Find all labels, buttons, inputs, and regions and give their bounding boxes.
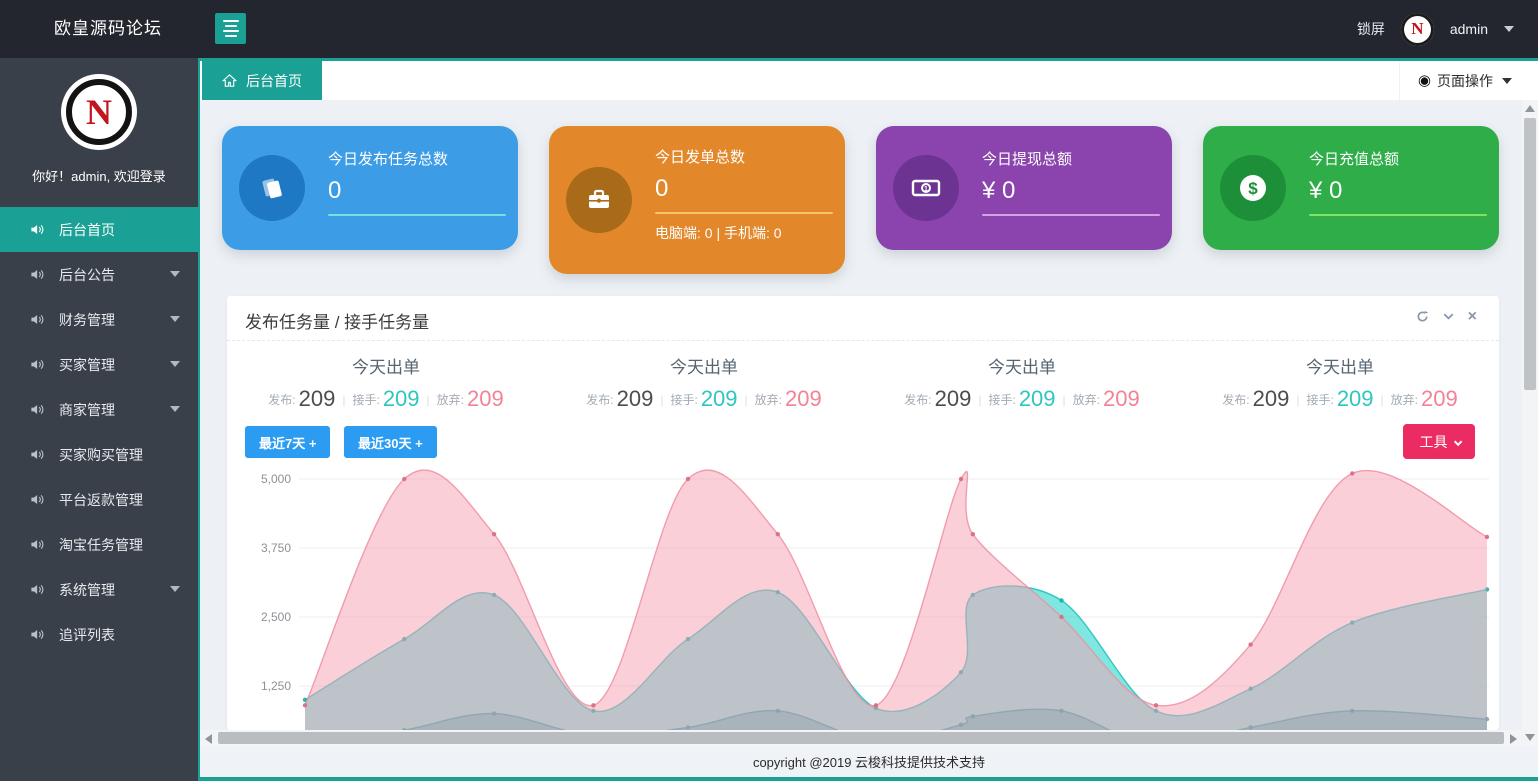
collapse-icon[interactable] <box>1442 310 1455 323</box>
volume-icon <box>30 582 45 597</box>
scroll-left-arrow[interactable] <box>205 734 212 744</box>
scroll-down-arrow[interactable] <box>1525 734 1535 741</box>
horizontal-scrollbar-thumb[interactable] <box>218 732 1504 744</box>
volume-icon <box>30 357 45 372</box>
last-7-days-button[interactable]: 最近7天 + <box>245 426 330 458</box>
card-title: 今日充值总额 <box>1309 148 1485 169</box>
sidebar-menu: 后台首页 后台公告 财务管理 买家管理 商家管理 <box>0 207 198 657</box>
volume-icon <box>30 402 45 417</box>
card-underline <box>1309 214 1487 216</box>
sidebar-item-finance[interactable]: 财务管理 <box>0 297 198 342</box>
dollar-circle-icon: $ <box>1236 171 1270 205</box>
vertical-scrollbar[interactable] <box>1522 100 1538 746</box>
admin-dashboard: 欧皇源码论坛 锁屏 N admin N 你好！admin, 欢迎登录 后台首页 … <box>0 0 1538 781</box>
volume-icon <box>30 537 45 552</box>
sidebar-item-platform-refunds[interactable]: 平台返款管理 <box>0 477 198 522</box>
sidebar: N 你好！admin, 欢迎登录 后台首页 后台公告 财务管理 买家管理 <box>0 58 200 781</box>
user-avatar[interactable]: N <box>1401 13 1434 46</box>
volume-icon <box>30 312 45 327</box>
sidebar-item-buyer-purchases[interactable]: 买家购买管理 <box>0 432 198 477</box>
sidebar-item-announcements[interactable]: 后台公告 <box>0 252 198 297</box>
tools-dropdown-button[interactable]: 工具 <box>1403 424 1475 459</box>
tasks-chart-panel: 发布任务量 / 接手任务量 × 今天出单 发布:209|接手:209|放弃:20… <box>227 296 1499 730</box>
sidebar-toggle-button[interactable] <box>215 13 246 44</box>
vertical-scrollbar-thumb[interactable] <box>1524 118 1536 390</box>
tab-home[interactable]: 后台首页 <box>202 61 322 100</box>
panel-title: 发布任务量 / 接手任务量 <box>245 308 429 333</box>
card-underline <box>982 214 1160 216</box>
scroll-up-arrow[interactable] <box>1525 105 1535 112</box>
sidebar-item-buyers[interactable]: 买家管理 <box>0 342 198 387</box>
card-extra-text: 电脑端: 0 | 手机端: 0 <box>655 223 831 243</box>
volume-icon <box>30 492 45 507</box>
bottom-accent-strip <box>200 777 1538 781</box>
briefcase-icon <box>584 185 614 215</box>
brand-title: 欧皇源码论坛 <box>54 0 162 58</box>
volume-icon <box>30 627 45 642</box>
stat-card-recharge: $ 今日充值总额 ¥ 0 <box>1203 126 1499 250</box>
today-stat-block: 今天出单 发布:209|接手:209|放弃:209 <box>863 353 1181 412</box>
stat-card-orders: 今日发单总数 0 电脑端: 0 | 手机端: 0 <box>549 126 845 274</box>
volume-icon <box>30 267 45 282</box>
card-value: 0 <box>655 175 831 203</box>
horizontal-scrollbar[interactable] <box>200 730 1522 746</box>
chevron-down-icon <box>170 406 180 412</box>
user-menu[interactable]: admin <box>1450 21 1488 37</box>
card-underline <box>655 212 833 214</box>
chevron-down-icon[interactable] <box>1504 26 1514 32</box>
topbar: 欧皇源码论坛 锁屏 N admin <box>0 0 1538 58</box>
today-stats-row: 今天出单 发布:209|接手:209|放弃:209 今天出单 发布:209|接手… <box>227 353 1499 412</box>
sidebar-item-review-list[interactable]: 追评列表 <box>0 612 198 657</box>
sidebar-item-system[interactable]: 系统管理 <box>0 567 198 612</box>
today-stat-block: 今天出单 发布:209|接手:209|放弃:209 <box>1181 353 1499 412</box>
lock-screen-link[interactable]: 锁屏 <box>1357 19 1385 39</box>
page-actions-button[interactable]: ◉ 页面操作 <box>1399 61 1522 100</box>
topbar-right: 锁屏 N admin <box>1357 0 1514 58</box>
stat-card-publish-tasks: 今日发布任务总数 0 <box>222 126 518 250</box>
svg-text:1: 1 <box>924 186 928 193</box>
hamburger-icon <box>223 20 239 22</box>
y-axis-tick-label: 3,750 <box>261 541 291 555</box>
volume-icon <box>30 447 45 462</box>
copy-notes-icon <box>257 173 287 203</box>
y-axis-tick-label: 1,250 <box>261 679 291 693</box>
last-30-days-button[interactable]: 最近30天 + <box>344 426 437 458</box>
chevron-down-icon <box>170 586 180 592</box>
site-logo: N <box>61 74 137 150</box>
card-value: 0 <box>328 177 504 205</box>
home-icon <box>222 73 237 88</box>
close-icon[interactable]: × <box>1468 310 1477 323</box>
card-title: 今日发布任务总数 <box>328 148 504 169</box>
sidebar-item-merchants[interactable]: 商家管理 <box>0 387 198 432</box>
today-stat-block: 今天出单 发布:209|接手:209|放弃:209 <box>227 353 545 412</box>
card-underline <box>328 214 506 216</box>
copyright-text: copyright @2019 云梭科技提供技术支持 <box>753 752 985 771</box>
today-stat-block: 今天出单 发布:209|接手:209|放弃:209 <box>545 353 863 412</box>
area-chart: 5,000 3,750 2,500 1,250 <box>227 460 1499 730</box>
card-value: ¥ 0 <box>1309 177 1485 205</box>
svg-text:$: $ <box>1248 179 1258 198</box>
card-value: ¥ 0 <box>982 177 1158 205</box>
money-bill-icon: 1 <box>910 172 942 204</box>
refresh-icon[interactable] <box>1416 310 1429 323</box>
dot-circle-icon: ◉ <box>1418 73 1431 88</box>
chevron-down-icon <box>1453 437 1461 445</box>
stat-card-withdrawals: 1 今日提现总额 ¥ 0 <box>876 126 1172 250</box>
chevron-down-icon <box>170 271 180 277</box>
y-axis-tick-label: 2,500 <box>261 610 291 624</box>
welcome-text: 你好！admin, 欢迎登录 <box>0 166 198 185</box>
volume-icon <box>30 222 45 237</box>
card-title: 今日发单总数 <box>655 146 831 167</box>
chevron-down-icon <box>170 316 180 322</box>
card-title: 今日提现总额 <box>982 148 1158 169</box>
chevron-down-icon <box>170 361 180 367</box>
tab-bar: 后台首页 ◉ 页面操作 <box>200 58 1538 100</box>
footer: copyright @2019 云梭科技提供技术支持 <box>200 746 1538 777</box>
chevron-down-icon <box>1502 78 1512 84</box>
y-axis-tick-label: 5,000 <box>261 472 291 486</box>
sidebar-item-home[interactable]: 后台首页 <box>0 207 198 252</box>
sidebar-item-taobao-tasks[interactable]: 淘宝任务管理 <box>0 522 198 567</box>
scroll-right-arrow[interactable] <box>1510 734 1517 744</box>
